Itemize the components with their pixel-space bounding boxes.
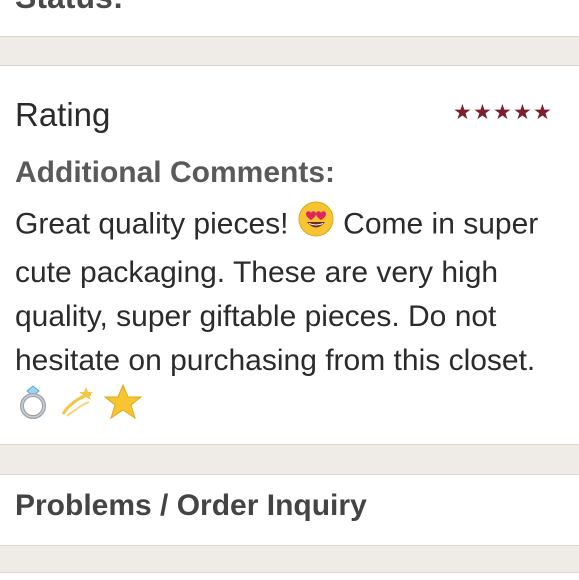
star-icon: ★: [473, 101, 492, 124]
comments-text-part1: Great quality pieces!: [15, 207, 289, 241]
star-icon: ★: [513, 101, 532, 124]
status-card: Status:: [0, 0, 579, 37]
star-rating: ★ ★ ★ ★ ★: [453, 101, 552, 124]
star-icon: ★: [453, 101, 472, 124]
next-card-edge: [0, 572, 579, 580]
star-icon: ★: [493, 101, 512, 124]
status-label: Status:: [15, 0, 123, 16]
comments-text: Great quality pieces! Come in super cute…: [15, 200, 570, 434]
ring-icon: [15, 384, 51, 433]
problems-card[interactable]: Problems / Order Inquiry: [0, 474, 579, 546]
star-icon: [103, 383, 143, 434]
heart-eyes-icon: [297, 200, 335, 251]
page: Status: Rating ★ ★ ★ ★ ★ Additional Comm…: [0, 0, 579, 580]
rating-title: Rating: [15, 96, 111, 133]
problems-title: Problems / Order Inquiry: [15, 489, 367, 522]
star-icon: ★: [533, 101, 552, 124]
rating-card: Rating ★ ★ ★ ★ ★ Additional Comments: Gr…: [0, 65, 579, 445]
comments-label: Additional Comments:: [15, 156, 335, 189]
dizzy-icon: [59, 384, 95, 433]
